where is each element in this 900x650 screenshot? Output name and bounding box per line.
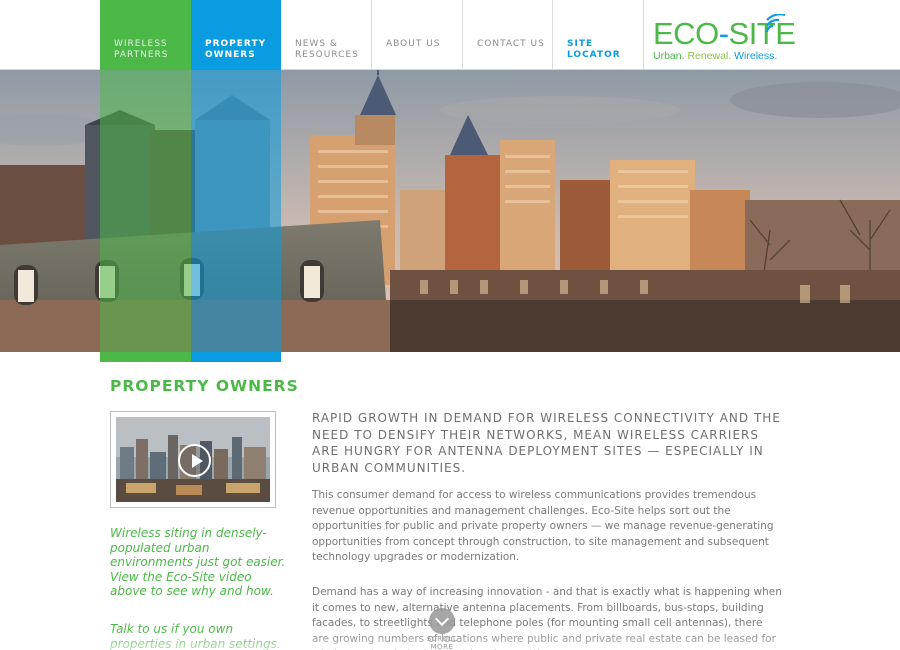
video-thumbnail — [116, 417, 270, 502]
tagline-renewal: Renewal. — [687, 50, 732, 62]
nav-label: CONTACT US — [477, 39, 545, 49]
nav-label: PROPERTY OWNERS — [205, 39, 267, 60]
nav-property-owners[interactable]: PROPERTY OWNERS — [191, 0, 281, 70]
play-icon[interactable] — [178, 444, 211, 477]
logo-tagline: Urban. Renewal. Wireless. — [653, 50, 795, 62]
nav-contact-us[interactable]: CONTACT US — [462, 0, 552, 70]
property-owners-color-band-end — [191, 352, 281, 362]
wireless-partners-color-band-end — [100, 352, 191, 362]
eco-site-video[interactable] — [110, 411, 276, 508]
wireless-signal-icon — [765, 14, 786, 33]
chevron-down-icon[interactable] — [429, 608, 455, 634]
body-paragraph-1: This consumer demand for access to wirel… — [312, 489, 774, 563]
wireless-partners-color-band — [100, 70, 191, 352]
nav-label: SITE LOCATOR — [567, 39, 621, 60]
scroll-more-button[interactable]: SCROLL MORE — [417, 608, 467, 650]
nav-label: WIRELESS PARTNERS — [114, 39, 169, 60]
nav-news-resources[interactable]: NEWS & RESOURCES — [281, 0, 371, 70]
eco-site-logo[interactable]: Eco-Site Urban. Renewal. Wireless. — [653, 14, 796, 62]
lead-paragraph: RAPID GROWTH IN DEMAND FOR WIRELESS CONN… — [312, 411, 781, 475]
nav-wireless-partners[interactable]: WIRELESS PARTNERS — [100, 0, 191, 70]
hero-cityscape-image — [0, 70, 900, 352]
nav-about-us[interactable]: ABOUT US — [371, 0, 461, 70]
tagline-urban: Urban. — [653, 50, 685, 62]
logo-cell: Eco-Site Urban. Renewal. Wireless. — [643, 0, 900, 70]
property-owners-color-band — [191, 70, 281, 352]
nav-label: ABOUT US — [386, 39, 441, 49]
video-caption: Wireless siting in densely-populated urb… — [110, 526, 286, 598]
logo-word-eco: Eco — [653, 16, 719, 51]
nav-label: NEWS & RESOURCES — [295, 39, 359, 60]
scroll-more-label: SCROLL MORE — [426, 635, 458, 650]
page-title: PROPERTY OWNERS — [110, 377, 299, 395]
logo-dash: - — [718, 16, 729, 51]
tagline-wireless: Wireless. — [734, 50, 778, 62]
top-navigation: WIRELESS PARTNERS PROPERTY OWNERS NEWS &… — [0, 0, 900, 70]
nav-site-locator[interactable]: SITE LOCATOR — [552, 0, 642, 70]
